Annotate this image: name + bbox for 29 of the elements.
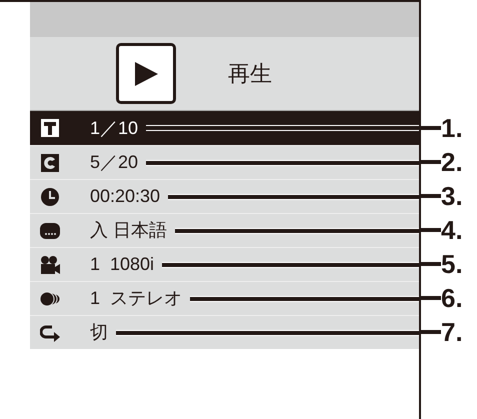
clock-icon xyxy=(40,186,60,206)
callout-number: 7. xyxy=(441,319,463,345)
value-text: 切 xyxy=(90,321,108,344)
info-row[interactable]: 1 1080i xyxy=(30,247,419,281)
info-row[interactable]: 5／20 xyxy=(30,145,419,179)
callout-number: 1. xyxy=(441,115,463,141)
callout-number: 4. xyxy=(441,217,463,243)
value-text: 1／10 xyxy=(90,116,138,140)
callout-number: 5. xyxy=(441,251,463,277)
callout-number: 3. xyxy=(441,183,463,209)
value-text: 00:20:30 xyxy=(90,185,160,208)
mode-label: 再生 xyxy=(228,60,272,88)
return-arrow-icon xyxy=(40,322,60,342)
callout-number: 6. xyxy=(441,285,463,311)
info-row[interactable]: 1 ステレオ xyxy=(30,281,419,315)
value-text: 1 ステレオ xyxy=(90,287,182,310)
selected-row[interactable]: 1／10 xyxy=(30,111,419,145)
value-text: 5／20 xyxy=(90,151,138,174)
value-text: 入 日本語 xyxy=(90,219,168,242)
info-row[interactable]: 入 日本語 xyxy=(30,213,419,247)
info-row[interactable]: 切 xyxy=(30,315,419,349)
info-row[interactable]: 00:20:30 xyxy=(30,179,419,213)
play-icon xyxy=(116,43,176,104)
speech-bubble-icon xyxy=(40,220,60,240)
value-text: 1 1080i xyxy=(90,253,154,276)
letter-c-icon xyxy=(40,152,60,172)
letter-t-icon xyxy=(40,118,60,138)
callout-number: 2. xyxy=(441,149,463,175)
camera-icon xyxy=(40,254,60,274)
